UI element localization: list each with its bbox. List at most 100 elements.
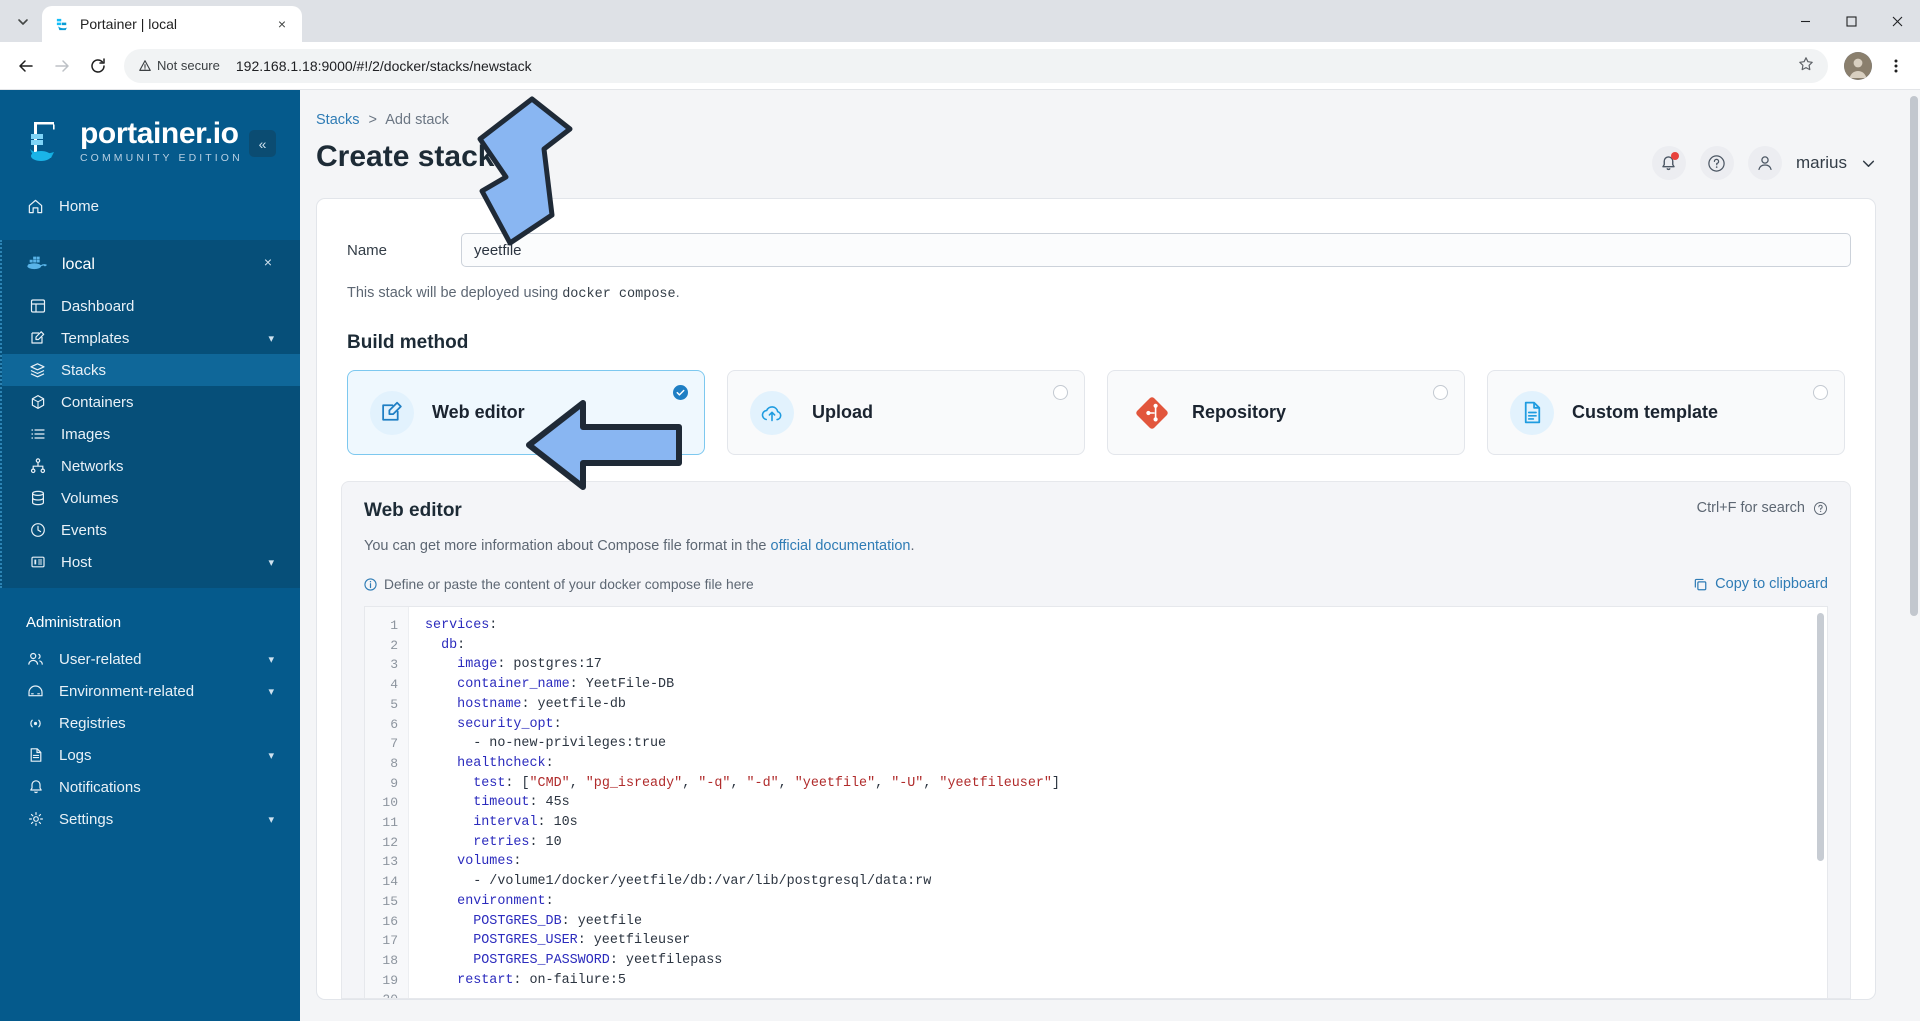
collapse-sidebar-button[interactable]: « bbox=[249, 130, 276, 157]
security-label: Not secure bbox=[157, 58, 220, 73]
tab-strip: Portainer | local × bbox=[0, 0, 1920, 42]
close-window-button[interactable] bbox=[1874, 0, 1920, 42]
sidebar-item-events[interactable]: Events bbox=[2, 514, 300, 546]
chevron-down-icon[interactable]: ▾ bbox=[268, 749, 274, 762]
page-vertical-scrollbar[interactable] bbox=[1910, 96, 1918, 616]
environment-close-icon[interactable]: × bbox=[264, 254, 272, 270]
sidebar-item-registries[interactable]: Registries bbox=[0, 707, 300, 739]
line-number: 16 bbox=[382, 913, 398, 929]
browser-menu-icon[interactable] bbox=[1882, 50, 1910, 82]
line-number: 2 bbox=[390, 637, 398, 653]
custom-template-radio[interactable] bbox=[1813, 385, 1828, 400]
sidebar-item-label: Networks bbox=[61, 457, 124, 475]
brand-subtitle: COMMUNITY EDITION bbox=[80, 151, 243, 164]
sidebar-item-settings[interactable]: Settings ▾ bbox=[0, 803, 300, 835]
user-menu-chevron-down-icon[interactable] bbox=[1861, 156, 1876, 171]
sidebar-item-label: Templates bbox=[61, 329, 130, 347]
copy-to-clipboard-button[interactable]: Copy to clipboard bbox=[1693, 576, 1828, 592]
sidebar-item-label: User-related bbox=[59, 650, 142, 668]
profile-avatar[interactable] bbox=[1844, 51, 1872, 80]
line-number: 7 bbox=[390, 736, 398, 752]
stacks-icon bbox=[28, 361, 47, 380]
line-number: 19 bbox=[382, 972, 398, 988]
bookmark-star-icon[interactable] bbox=[1798, 56, 1814, 76]
url-text: 192.168.1.18:9000/#!/2/docker/stacks/new… bbox=[235, 57, 532, 74]
sidebar-section-administration: Administration bbox=[26, 614, 122, 631]
sidebar-item-label: Volumes bbox=[61, 489, 119, 507]
sidebar-item-user-related[interactable]: User-related ▾ bbox=[0, 643, 300, 675]
line-number: 20 bbox=[365, 990, 408, 998]
sidebar-item-label: Home bbox=[59, 197, 100, 215]
sidebar-item-logs[interactable]: Logs ▾ bbox=[0, 739, 300, 771]
line-number: 15 bbox=[382, 893, 398, 909]
line-number: 4 bbox=[390, 677, 398, 693]
maximize-button[interactable] bbox=[1828, 0, 1874, 42]
sidebar-item-label: Dashboard bbox=[61, 297, 135, 315]
refresh-icon[interactable] bbox=[508, 144, 529, 171]
sidebar-item-label: Stacks bbox=[61, 361, 107, 379]
code-area[interactable]: services: db: image: postgres:17 contain… bbox=[409, 607, 1827, 998]
tab-title: Portainer | local bbox=[80, 16, 178, 32]
sidebar-item-networks[interactable]: Networks bbox=[2, 450, 300, 482]
chevron-down-icon[interactable]: ▾ bbox=[268, 332, 274, 345]
sidebar-item-label: Host bbox=[61, 553, 92, 571]
upload-method[interactable]: Upload bbox=[727, 370, 1085, 455]
sidebar-item-volumes[interactable]: Volumes bbox=[2, 482, 300, 514]
docker-icon bbox=[26, 254, 48, 276]
chevron-down-icon[interactable]: ▾ bbox=[268, 685, 274, 698]
forward-button[interactable] bbox=[46, 50, 78, 82]
registries-icon bbox=[26, 714, 45, 733]
tab-close-icon[interactable]: × bbox=[272, 14, 292, 34]
chevron-down-icon[interactable]: ▾ bbox=[268, 813, 274, 826]
notifications-bell-button[interactable] bbox=[1651, 146, 1686, 180]
repository-radio[interactable] bbox=[1433, 385, 1448, 400]
browser-tab[interactable]: Portainer | local × bbox=[42, 6, 302, 42]
address-bar[interactable]: Not secure 192.168.1.18:9000/#!/2/docker… bbox=[124, 48, 1828, 83]
host-icon bbox=[28, 553, 47, 572]
sidebar-item-host[interactable]: Host ▾ bbox=[2, 546, 300, 578]
sidebar-item-stacks[interactable]: Stacks bbox=[2, 354, 300, 386]
sidebar-item-label: Logs bbox=[59, 746, 92, 764]
user-avatar-icon[interactable] bbox=[1747, 146, 1782, 180]
official-documentation-link[interactable]: official documentation bbox=[771, 538, 911, 554]
page-header: Stacks > Add stack Create stack marius bbox=[300, 90, 1920, 180]
info-icon bbox=[364, 577, 377, 591]
reload-button[interactable] bbox=[82, 50, 114, 82]
settings-gear-icon bbox=[26, 810, 45, 829]
name-input[interactable] bbox=[461, 233, 1851, 267]
minimize-button[interactable] bbox=[1782, 0, 1828, 42]
sidebar-item-containers[interactable]: Containers bbox=[2, 386, 300, 418]
breadcrumb-separator: > bbox=[368, 112, 378, 128]
repository-method[interactable]: Repository bbox=[1107, 370, 1465, 455]
sidebar-item-templates[interactable]: Templates ▾ bbox=[2, 322, 300, 354]
sidebar-item-environment-related[interactable]: Environment-related ▾ bbox=[0, 675, 300, 707]
code-editor[interactable]: 1234567891011121314151617181920 services… bbox=[364, 606, 1828, 998]
deploy-hint-prefix: This stack will be deployed using bbox=[347, 285, 559, 301]
help-button[interactable] bbox=[1699, 146, 1734, 180]
sidebar-item-images[interactable]: Images bbox=[2, 418, 300, 450]
chevron-down-icon[interactable]: ▾ bbox=[268, 653, 274, 666]
notifications-icon bbox=[26, 778, 45, 797]
sidebar: portainer.io COMMUNITY EDITION « Home lo… bbox=[0, 90, 300, 1021]
sidebar-item-notifications[interactable]: Notifications bbox=[0, 771, 300, 803]
sidebar-item-home[interactable]: Home bbox=[0, 190, 300, 222]
back-button[interactable] bbox=[10, 50, 42, 82]
web-editor-method[interactable]: Web editor bbox=[347, 370, 705, 455]
not-secure-indicator[interactable]: Not secure bbox=[138, 58, 228, 73]
chevron-down-icon[interactable]: ▾ bbox=[268, 556, 274, 569]
breadcrumb-stacks-link[interactable]: Stacks bbox=[316, 112, 360, 128]
web-editor-radio[interactable] bbox=[673, 385, 688, 400]
templates-icon bbox=[28, 329, 47, 348]
line-number: 18 bbox=[382, 952, 398, 968]
sidebar-environment-local[interactable]: local bbox=[2, 248, 300, 282]
help-circle-icon[interactable] bbox=[1813, 501, 1828, 516]
custom-template-method[interactable]: Custom template bbox=[1487, 370, 1845, 455]
browser-window: Portainer | local × Not secure 192.168.1… bbox=[0, 0, 1920, 1021]
upload-radio[interactable] bbox=[1053, 385, 1068, 400]
sidebar-item-dashboard[interactable]: Dashboard bbox=[2, 290, 300, 322]
sidebar-item-label: Environment-related bbox=[59, 682, 195, 700]
tab-search-icon[interactable] bbox=[8, 7, 38, 37]
environment-name: local bbox=[62, 256, 95, 273]
dashboard-icon bbox=[28, 297, 47, 316]
editor-vertical-scrollbar[interactable] bbox=[1817, 613, 1824, 861]
